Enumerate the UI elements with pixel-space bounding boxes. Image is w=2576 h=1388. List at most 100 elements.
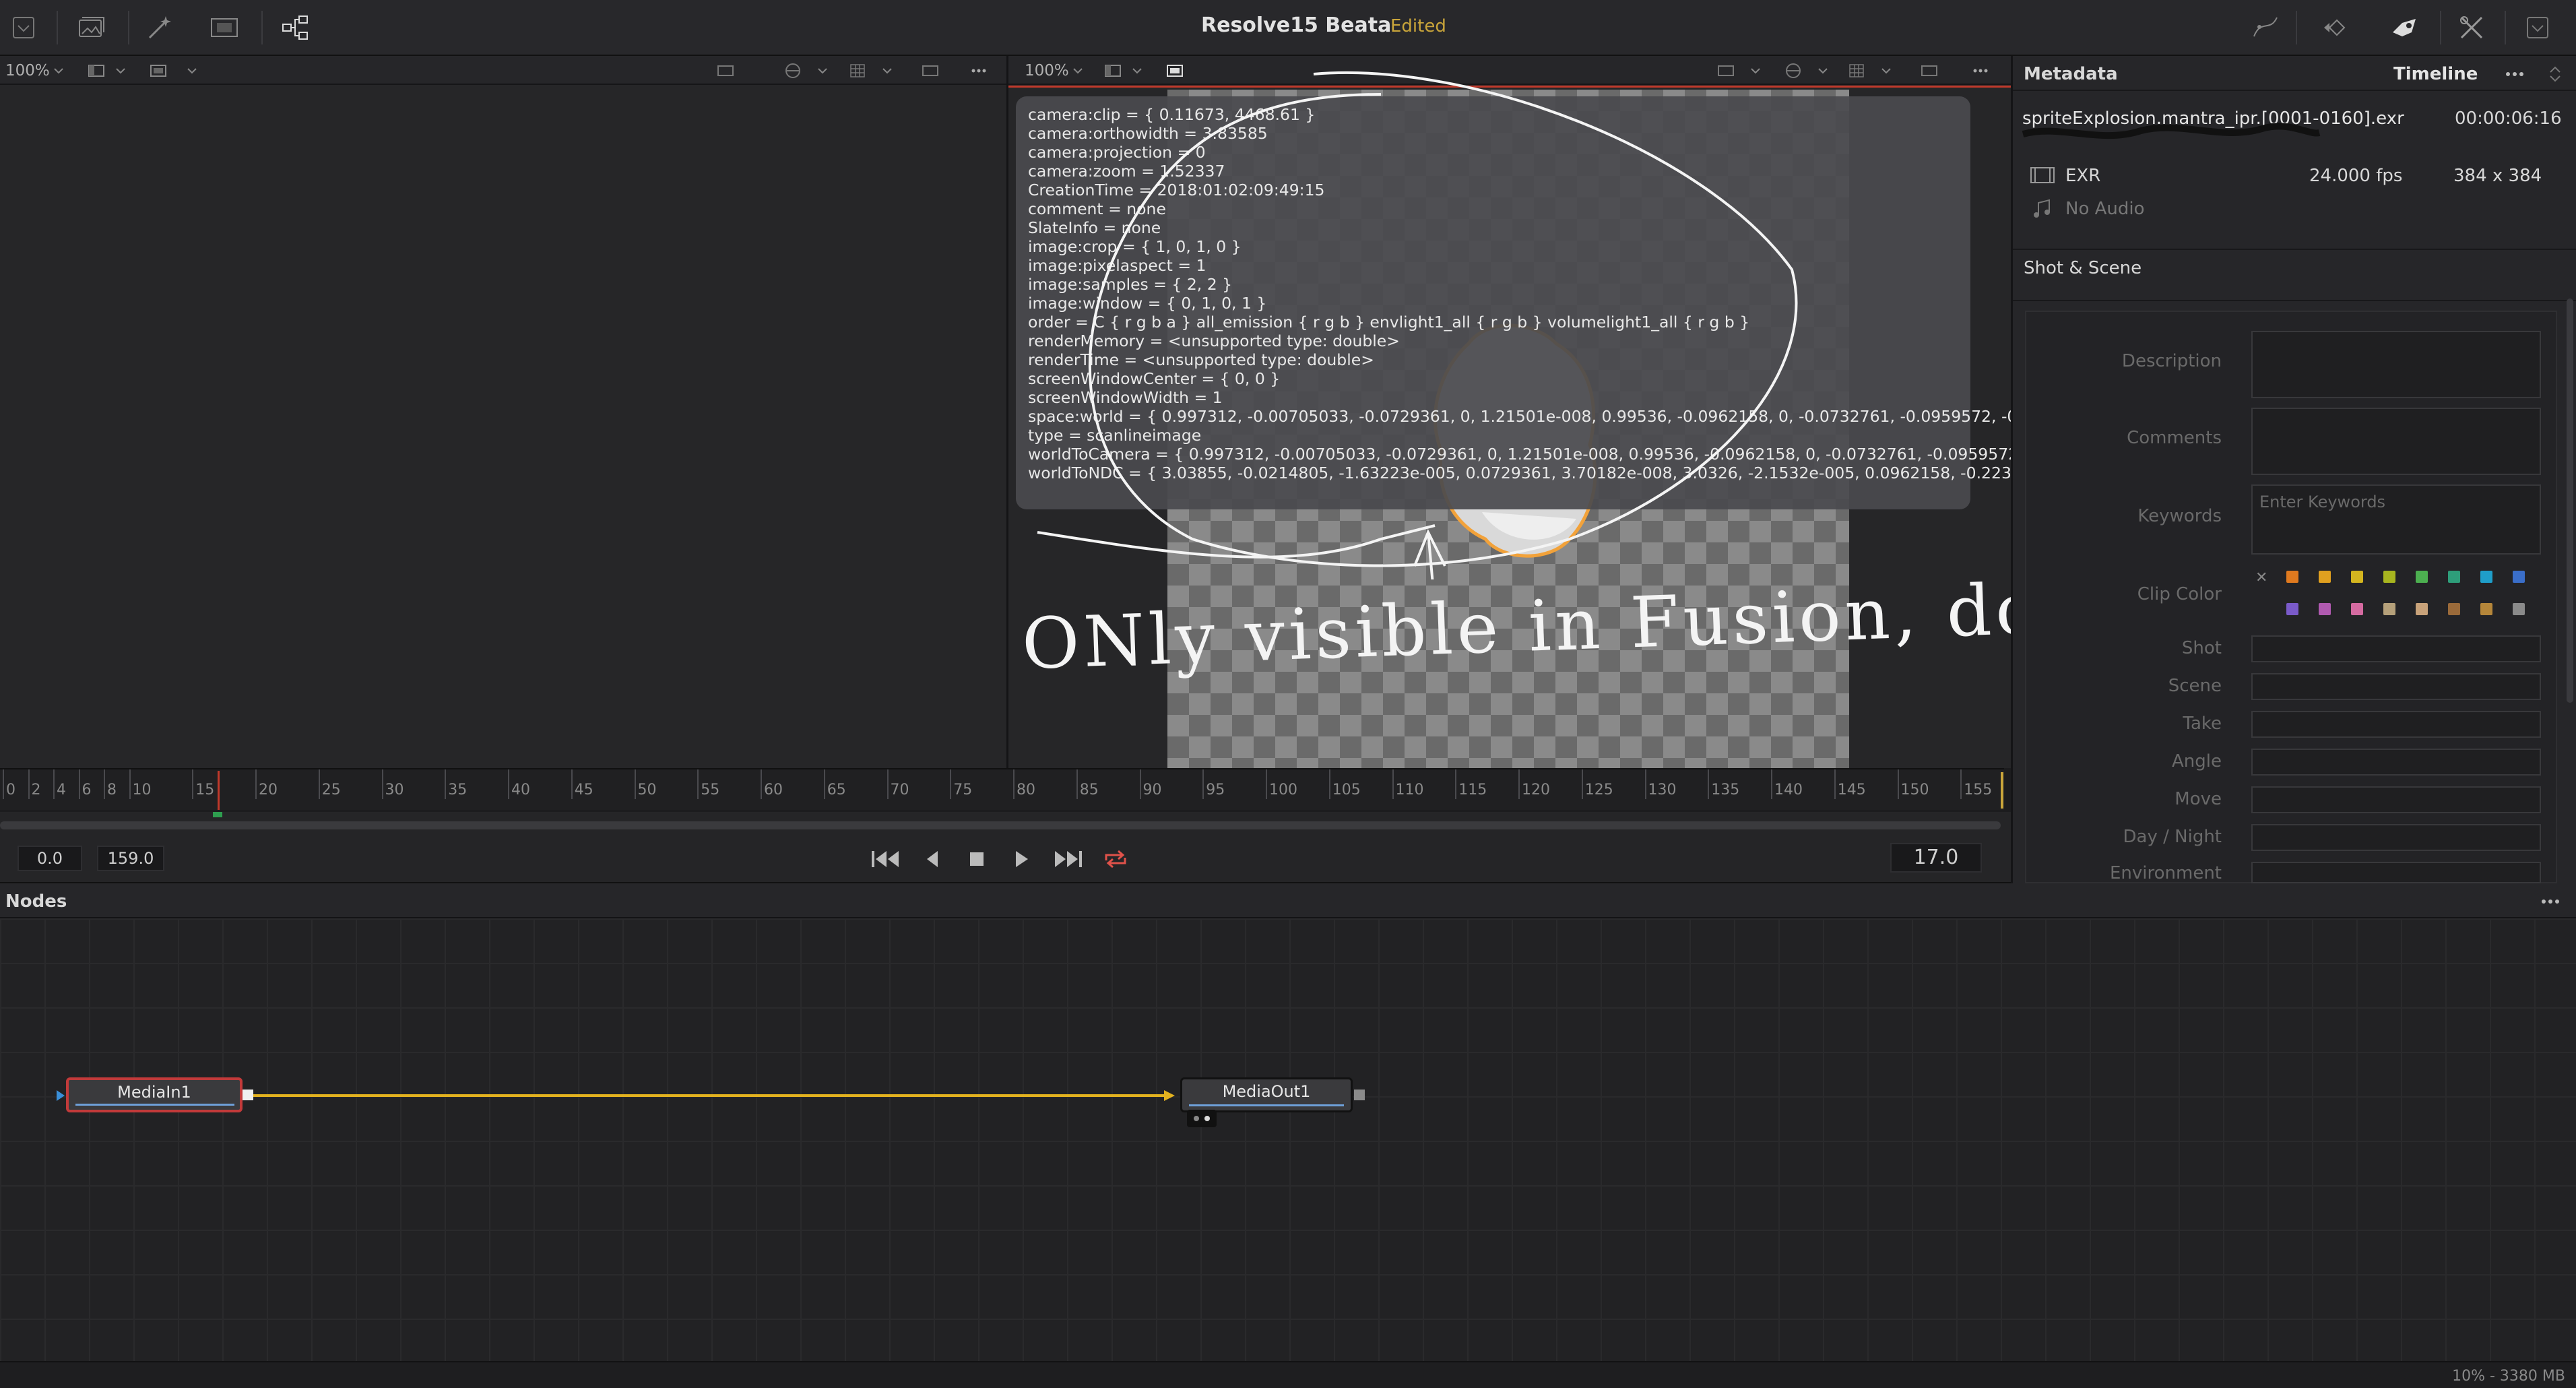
collapse-panel-icon[interactable] — [2522, 12, 2553, 43]
clip-color-none[interactable]: ✕ — [2255, 569, 2267, 586]
environment-field[interactable] — [2251, 862, 2541, 883]
move-field[interactable] — [2251, 786, 2541, 813]
grid-icon[interactable] — [1846, 61, 1867, 80]
timeline-tab[interactable]: Timeline — [2393, 64, 2478, 84]
safe-frame-icon[interactable] — [1919, 61, 1939, 80]
chevron-down-icon[interactable] — [1813, 61, 1833, 80]
step-back-icon[interactable] — [919, 846, 946, 873]
clip-color-swatch[interactable] — [2286, 571, 2298, 583]
clip-color-swatch[interactable] — [2319, 571, 2331, 583]
timeline-tick-label: 40 — [511, 782, 530, 798]
output-port[interactable] — [243, 1090, 253, 1100]
clip-color-swatch[interactable] — [2351, 571, 2363, 583]
grid-icon[interactable] — [847, 61, 868, 80]
clip-color-swatch[interactable] — [2319, 603, 2331, 615]
timeline-tick-label: 2 — [31, 782, 41, 798]
environment-label: Environment — [2109, 863, 2222, 883]
timeline-tick — [1897, 769, 1899, 799]
timeline-tick — [634, 769, 636, 799]
description-field[interactable] — [2251, 331, 2541, 398]
left-viewer[interactable]: 100% — [0, 56, 1006, 768]
clip-color-swatch[interactable] — [2480, 571, 2492, 583]
clip-color-swatch[interactable] — [2416, 603, 2428, 615]
timeline-tick — [104, 769, 105, 799]
go-to-start-icon[interactable] — [869, 846, 901, 873]
clip-color-swatch[interactable] — [2480, 603, 2492, 615]
clip-color-swatch[interactable] — [2383, 571, 2395, 583]
metadata-icon[interactable] — [2389, 12, 2420, 43]
chevron-down-icon[interactable] — [182, 61, 202, 80]
loop-icon[interactable] — [1101, 846, 1130, 873]
playhead[interactable] — [217, 771, 220, 810]
clip-color-swatch[interactable] — [2286, 603, 2298, 615]
timeline-tick — [697, 769, 699, 799]
media-pool-icon[interactable] — [75, 12, 106, 43]
clips-icon[interactable] — [209, 12, 240, 43]
output-port[interactable] — [1354, 1090, 1365, 1100]
chevron-down-icon[interactable] — [110, 61, 131, 80]
scene-field[interactable] — [2251, 673, 2541, 700]
view-indicator[interactable] — [1187, 1110, 1217, 1127]
chevron-down-icon[interactable] — [1876, 61, 1896, 80]
split-view-icon[interactable] — [86, 61, 106, 80]
safe-frame-icon[interactable] — [920, 61, 940, 80]
timeline-tick — [1834, 769, 1836, 799]
expand-icon[interactable] — [2545, 63, 2565, 86]
start-frame-field[interactable]: 0.0 — [18, 846, 82, 871]
inspector-icon[interactable] — [2456, 12, 2487, 43]
nodes-icon[interactable] — [280, 12, 311, 43]
end-marker — [2001, 772, 2003, 809]
comments-field[interactable] — [2251, 408, 2541, 475]
film-icon — [2030, 167, 2055, 183]
chevron-down-icon[interactable] — [812, 61, 833, 80]
nodes-panel[interactable]: Nodes MediaIn1 MediaOut1 — [0, 883, 2576, 1361]
shot-field[interactable] — [2251, 635, 2541, 662]
spline-icon[interactable] — [2250, 12, 2281, 43]
move-label: Move — [2175, 789, 2222, 809]
left-zoom-dropdown[interactable]: 100% — [5, 62, 50, 80]
more-options-icon[interactable] — [1970, 61, 1991, 80]
go-to-end-icon[interactable] — [1052, 846, 1085, 873]
stop-icon[interactable] — [963, 846, 990, 873]
timeline-tick-label: 105 — [1332, 782, 1361, 798]
angle-field[interactable] — [2251, 749, 2541, 776]
node-mediain[interactable]: MediaIn1 — [66, 1077, 243, 1112]
timeline-tick-label: 140 — [1774, 782, 1803, 798]
more-options-icon[interactable] — [969, 61, 989, 80]
node-mediaout[interactable]: MediaOut1 — [1180, 1077, 1353, 1112]
node-mediain-label: MediaIn1 — [117, 1083, 191, 1102]
clip-color-swatch[interactable] — [2513, 571, 2525, 583]
current-frame-field[interactable]: 17.0 — [1890, 843, 1982, 873]
keywords-field[interactable]: Enter Keywords — [2251, 484, 2541, 555]
clip-color-swatch[interactable] — [2448, 571, 2460, 583]
scrollbar[interactable] — [2567, 298, 2573, 703]
clip-color-swatch[interactable] — [2383, 603, 2395, 615]
play-icon[interactable] — [1008, 846, 1035, 873]
color-channel-icon[interactable] — [783, 61, 803, 80]
more-options-icon[interactable] — [2501, 64, 2528, 84]
day-night-field[interactable] — [2251, 824, 2541, 851]
panel-toggle-icon[interactable] — [8, 12, 39, 43]
timeline-tick-label: 4 — [57, 782, 66, 798]
clip-color-swatch[interactable] — [2513, 603, 2525, 615]
effects-library-icon[interactable] — [144, 12, 175, 43]
clip-color-swatch[interactable] — [2416, 571, 2428, 583]
timeline-ruler[interactable]: 0 2 4 6 8 10 15 20 25 30 35 40 45 50 55 60 65 70 75 80 85 90 9… — [0, 768, 2004, 810]
keyframes-icon[interactable] — [2321, 12, 2352, 43]
clip-color-swatch[interactable] — [2351, 603, 2363, 615]
timeline-tick-label: 90 — [1142, 782, 1162, 798]
roi-icon[interactable] — [148, 61, 168, 80]
node-mediaout-label: MediaOut1 — [1222, 1082, 1311, 1101]
chevron-down-icon[interactable] — [49, 61, 69, 80]
region-icon[interactable] — [715, 61, 736, 80]
chevron-down-icon[interactable] — [877, 61, 897, 80]
timeline-tick-label: 100 — [1269, 782, 1297, 798]
take-field[interactable] — [2251, 711, 2541, 738]
scene-label: Scene — [2168, 676, 2222, 696]
nodes-title: Nodes — [5, 891, 67, 912]
more-options-icon[interactable] — [2537, 891, 2564, 912]
clip-format: EXR — [2065, 166, 2101, 186]
end-frame-field[interactable]: 159.0 — [97, 846, 164, 871]
clip-color-swatch[interactable] — [2448, 603, 2460, 615]
range-slider[interactable] — [0, 821, 2001, 829]
